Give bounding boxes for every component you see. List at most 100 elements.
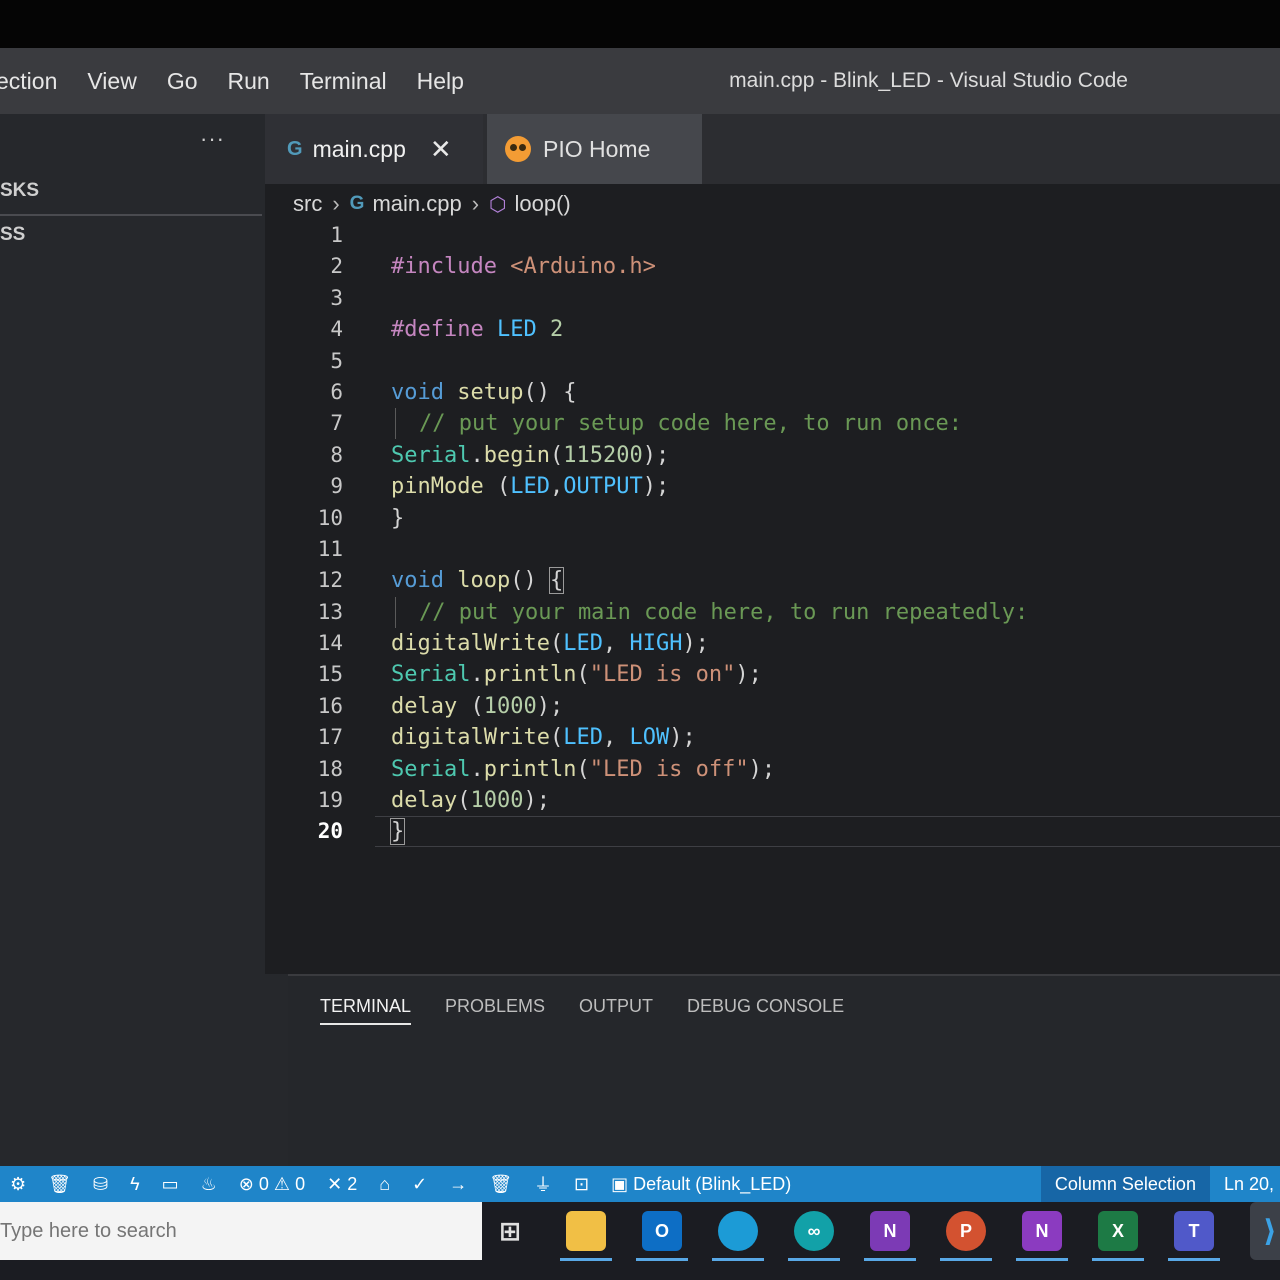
plug-icon[interactable]: ⏚ xyxy=(534,1171,552,1197)
code-line[interactable]: 19 delay(1000); xyxy=(265,785,1280,816)
line-number: 19 xyxy=(317,788,343,813)
screen-bezel xyxy=(0,0,1280,48)
more-actions-icon[interactable]: ··· xyxy=(200,126,225,152)
close-icon[interactable]: ✕ xyxy=(430,134,452,165)
line-text: Serial.begin(115200); xyxy=(391,442,670,468)
code-line[interactable]: 14 digitalWrite(LED, HIGH); xyxy=(265,628,1280,659)
database-icon[interactable]: ⛁ xyxy=(93,1174,108,1195)
line-number: 2 xyxy=(330,254,343,279)
flame-icon[interactable]: ♨ xyxy=(201,1174,217,1195)
teams-icon[interactable]: T xyxy=(1168,1211,1220,1261)
monitor-icon[interactable]: ▭ xyxy=(162,1174,179,1195)
line-text: // put your main code here, to run repea… xyxy=(419,599,1029,625)
breadcrumb-folder[interactable]: src xyxy=(293,191,322,217)
tab-pio-home[interactable]: PIO Home xyxy=(487,114,702,184)
tab-main-cpp[interactable]: G main.cpp ✕ xyxy=(265,114,483,184)
bottom-panel: TERMINAL PROBLEMS OUTPUT DEBUG CONSOLE xyxy=(288,974,1280,1166)
cursor-position[interactable]: Ln 20, xyxy=(1210,1166,1280,1202)
code-line[interactable]: 16 delay (1000); xyxy=(265,691,1280,722)
terminal-icon[interactable]: ⊡ xyxy=(574,1174,589,1195)
edge-icon[interactable] xyxy=(712,1211,764,1261)
code-line[interactable]: 12 void loop() { xyxy=(265,565,1280,596)
code-line[interactable]: 8 Serial.begin(115200); xyxy=(265,440,1280,471)
tab-debug-console[interactable]: DEBUG CONSOLE xyxy=(687,996,844,1025)
arrow-right-icon[interactable]: → xyxy=(449,1174,467,1195)
warning-count: 0 xyxy=(295,1173,306,1194)
task-view-icon[interactable]: ⊞ xyxy=(490,1211,530,1251)
code-line[interactable]: 13 // put your main code here, to run rep… xyxy=(265,596,1280,628)
line-number: 7 xyxy=(330,411,343,436)
code-lines[interactable]: 1 2 #include <Arduino.h> 3 4 #define LED 2… xyxy=(265,220,1280,848)
line-number: 18 xyxy=(317,756,343,781)
menu-help[interactable]: Help xyxy=(402,48,479,114)
vscode-icon[interactable]: ⟩ xyxy=(1250,1202,1280,1260)
settings-gear-icon[interactable]: ⚙ xyxy=(10,1174,26,1195)
tab-output[interactable]: OUTPUT xyxy=(579,996,653,1025)
code-line[interactable]: 6 void setup() { xyxy=(265,377,1280,408)
sidebar-lower xyxy=(265,974,288,1166)
tab-label: main.cpp xyxy=(312,135,406,162)
code-line[interactable]: 1 xyxy=(265,220,1280,251)
code-line[interactable]: 5 xyxy=(265,346,1280,377)
bracket-match: } xyxy=(389,818,406,846)
onenote-icon[interactable]: N xyxy=(864,1211,916,1261)
code-line[interactable]: 9 pinMode (LED,OUTPUT); xyxy=(265,471,1280,502)
panel-tabs: TERMINAL PROBLEMS OUTPUT DEBUG CONSOLE xyxy=(320,996,844,1025)
chevron-right-icon: › xyxy=(471,191,480,216)
chevron-right-icon: › xyxy=(332,191,340,216)
home-icon[interactable]: ⌂ xyxy=(379,1174,390,1195)
code-line[interactable]: 17 digitalWrite(LED, LOW); xyxy=(265,722,1280,753)
environment-selector[interactable]: ▣ Default (Blink_LED) xyxy=(611,1174,791,1195)
code-line[interactable]: 4 #define LED 2 xyxy=(265,314,1280,345)
tab-problems[interactable]: PROBLEMS xyxy=(445,996,545,1025)
checkmark-icon[interactable]: ✓ xyxy=(412,1174,427,1195)
breadcrumb-file[interactable]: main.cpp xyxy=(372,191,461,217)
line-number: 5 xyxy=(330,348,343,373)
line-text: Serial.println("LED is on"); xyxy=(391,662,762,688)
platformio-icon xyxy=(505,136,531,162)
cpp-file-icon: G xyxy=(287,137,303,160)
problems-indicator[interactable]: ⊗ 0 ⚠ 0 xyxy=(239,1174,305,1195)
status-bar: ⚙ 🗑 ⛁ ϟ ▭ ♨ ⊗ 0 ⚠ 0 ✕ 2 ⌂ ✓ → 🗑 ⏚ ⊡ ▣ De… xyxy=(0,1166,1280,1202)
sidebar: ··· SKS SS xyxy=(0,114,265,1166)
line-text: digitalWrite(LED, HIGH); xyxy=(391,631,709,657)
powerpoint-icon[interactable]: P xyxy=(940,1211,992,1261)
plug-icon[interactable]: ϟ xyxy=(130,1174,140,1195)
code-line-current[interactable]: 20} xyxy=(265,816,1280,848)
taskbar-search-input[interactable] xyxy=(0,1202,482,1260)
line-text: void setup() { xyxy=(391,379,577,405)
warning-icon: ⚠ xyxy=(273,1173,291,1194)
tab-terminal[interactable]: TERMINAL xyxy=(320,996,412,1025)
line-number: 11 xyxy=(317,536,343,561)
trash-icon[interactable]: 🗑 xyxy=(489,1174,512,1195)
current-line-highlight xyxy=(375,816,1280,848)
menu-go[interactable]: Go xyxy=(152,48,213,114)
tasks-indicator[interactable]: ✕ 2 xyxy=(327,1174,357,1195)
menu-selection[interactable]: ection xyxy=(0,48,72,114)
line-number: 6 xyxy=(330,379,343,404)
code-line[interactable]: 11 xyxy=(265,534,1280,565)
trash-icon[interactable]: 🗑 xyxy=(48,1174,71,1195)
menu-run[interactable]: Run xyxy=(213,48,285,114)
selection-mode[interactable]: Column Selection xyxy=(1040,1166,1210,1202)
excel-icon[interactable]: X xyxy=(1092,1211,1144,1261)
file-explorer-icon[interactable] xyxy=(560,1211,612,1261)
code-line[interactable]: 7 // put your setup code here, to run onc… xyxy=(265,408,1280,440)
code-line[interactable]: 18 Serial.println("LED is off"); xyxy=(265,754,1280,785)
menu-terminal[interactable]: Terminal xyxy=(285,48,402,114)
code-line[interactable]: 15 Serial.println("LED is on"); xyxy=(265,659,1280,690)
code-line[interactable]: 3 xyxy=(265,283,1280,314)
menu-view[interactable]: View xyxy=(72,48,151,114)
outlook-icon[interactable]: O xyxy=(636,1211,688,1261)
code-editor[interactable]: src › G main.cpp › ⬡ loop() 1 2 #include … xyxy=(265,184,1280,974)
code-line[interactable]: 2 #include <Arduino.h> xyxy=(265,251,1280,282)
onenote-icon[interactable]: N xyxy=(1016,1211,1068,1261)
breadcrumb-symbol[interactable]: loop() xyxy=(515,191,571,217)
arduino-icon[interactable]: ∞ xyxy=(788,1211,840,1261)
sidebar-section-tasks[interactable]: SKS xyxy=(0,180,39,202)
code-line[interactable]: 10} xyxy=(265,503,1280,534)
line-number: 1 xyxy=(330,223,343,247)
line-text: void loop() { xyxy=(391,567,565,595)
line-text: Serial.println("LED is off"); xyxy=(391,756,776,782)
sidebar-section-access[interactable]: SS xyxy=(0,224,25,246)
